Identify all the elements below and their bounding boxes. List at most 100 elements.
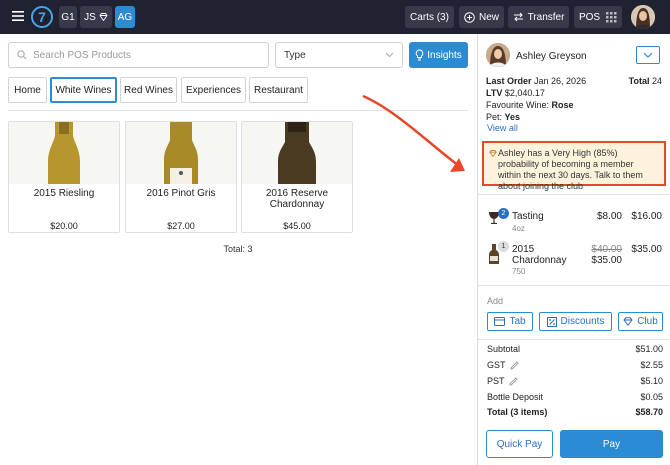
cart-pane: Ashley Greyson Last Order Jan 26, 2026 T…: [477, 34, 670, 465]
gst-row: GST $2.55: [487, 360, 663, 370]
add-club-button[interactable]: Club: [618, 312, 663, 331]
pos-label: POS: [578, 11, 601, 23]
order-total-row: Total 24: [629, 75, 662, 87]
pencil-icon[interactable]: [509, 360, 519, 370]
total-label: Total: [628, 76, 650, 86]
pos-button[interactable]: POS: [574, 6, 622, 28]
product-card[interactable]: 2016 Reserve Chardonnay $45.00: [241, 121, 353, 233]
g1-label: G1: [61, 11, 75, 23]
carts-label: Carts (3): [410, 11, 449, 23]
top-bar: 7 G1 JS AG Carts (3) New Transfer POS: [0, 0, 670, 34]
search-icon: [17, 50, 27, 60]
product-card[interactable]: 2015 Riesling $20.00: [8, 121, 120, 233]
pst-label: PST: [487, 376, 505, 386]
customer-avatar: [486, 43, 510, 67]
category-tab-white-wines[interactable]: White Wines: [50, 77, 117, 103]
customer-expand-button[interactable]: [636, 46, 660, 64]
bottle-image: [126, 122, 236, 184]
transfer-button[interactable]: Transfer: [508, 6, 569, 28]
add-tab-button[interactable]: Tab: [487, 312, 533, 331]
transfer-icon: [513, 12, 524, 22]
carts-button[interactable]: Carts (3): [405, 6, 454, 28]
product-card[interactable]: 2016 Pinot Gris $27.00: [125, 121, 237, 233]
category-tab-experiences[interactable]: Experiences: [181, 77, 246, 103]
user-ag-button[interactable]: AG: [115, 6, 135, 28]
grand-total-value: $58.70: [635, 407, 663, 417]
item-total: $16.00: [631, 211, 662, 222]
quantity-badge: 2: [498, 208, 509, 219]
bottle-deposit-row: Bottle Deposit $0.05: [487, 392, 663, 402]
club-label: Club: [637, 316, 658, 327]
bottle-image: [242, 122, 352, 184]
total-value: 24: [651, 76, 662, 86]
divider: [478, 194, 670, 195]
divider: [478, 285, 670, 286]
quick-pay-button[interactable]: Quick Pay: [486, 430, 553, 458]
add-discounts-button[interactable]: Discounts: [539, 312, 612, 331]
insights-label: Insights: [427, 49, 462, 61]
bottle-image: [9, 122, 119, 184]
pay-label: Pay: [602, 438, 621, 450]
diamond-icon: [489, 150, 497, 157]
chevron-down-icon: [643, 52, 653, 58]
diamond-icon: [99, 13, 108, 21]
category-label: Home: [14, 84, 41, 96]
item-name: Tasting: [512, 211, 544, 222]
item-name: 2015 Chardonnay: [512, 244, 567, 266]
user-g1-button[interactable]: G1: [59, 6, 77, 28]
js-label: JS: [84, 11, 96, 23]
item-size: 4oz: [512, 224, 525, 233]
favourite-wine-row: Favourite Wine: Rose: [486, 99, 574, 111]
gst-value: $2.55: [640, 360, 663, 370]
last-order-row: Last Order Jan 26, 2026: [486, 75, 586, 87]
pay-button[interactable]: Pay: [560, 430, 663, 458]
product-price: $45.00: [283, 221, 311, 231]
new-button[interactable]: New: [459, 6, 504, 28]
category-tab-home[interactable]: Home: [8, 77, 47, 103]
transfer-label: Transfer: [527, 11, 565, 23]
user-avatar[interactable]: [631, 5, 655, 29]
subtotal-row: Subtotal $51.00: [487, 344, 663, 354]
item-unit-price: $8.00: [596, 211, 622, 222]
search-input[interactable]: [33, 49, 253, 61]
chevron-down-icon: [385, 52, 394, 58]
category-tab-red-wines[interactable]: Red Wines: [120, 77, 177, 103]
subtotal-label: Subtotal: [487, 344, 521, 354]
item-size: 750: [512, 267, 526, 276]
user-js-button[interactable]: JS: [80, 6, 112, 28]
tab-label: Tab: [509, 316, 526, 327]
menu-icon[interactable]: [12, 10, 24, 22]
annotation-arrow: [355, 90, 475, 180]
pet-label: Pet:: [486, 112, 503, 122]
category-label: Experiences: [185, 84, 242, 96]
item-unit-price: $35.00: [591, 255, 622, 266]
product-price: $27.00: [167, 221, 195, 231]
card-icon: [494, 317, 506, 326]
deposit-value: $0.05: [640, 392, 663, 402]
grid-icon: [606, 11, 617, 23]
pst-value: $5.10: [640, 376, 663, 386]
percent-icon: [546, 316, 557, 327]
last-order-label: Last Order: [486, 76, 532, 86]
customer-name[interactable]: Ashley Greyson: [516, 51, 587, 62]
membership-alert: Ashley has a Very High (85%) probability…: [482, 141, 666, 191]
diamond-icon: [623, 317, 633, 326]
logo-text: 7: [38, 9, 46, 25]
subtotal-value: $51.00: [635, 344, 663, 354]
view-all-link[interactable]: View all: [487, 123, 518, 133]
products-total: Total: 3: [223, 244, 253, 254]
category-tab-restaurant[interactable]: Restaurant: [249, 77, 308, 103]
category-label: Restaurant: [254, 84, 303, 96]
product-name: 2016 Reserve Chardonnay: [265, 188, 329, 210]
grand-total-label: Total (3 items): [487, 407, 548, 417]
item-total: $35.00: [631, 244, 662, 255]
product-price: $20.00: [50, 221, 78, 231]
new-label: New: [478, 11, 499, 23]
insights-button[interactable]: Insights: [409, 42, 468, 68]
ag-label: AG: [117, 11, 133, 23]
app-logo[interactable]: 7: [31, 6, 53, 28]
pencil-icon[interactable]: [508, 376, 518, 386]
category-label: Red Wines: [124, 84, 173, 96]
search-box: [8, 42, 269, 68]
type-select[interactable]: Type: [275, 42, 403, 68]
